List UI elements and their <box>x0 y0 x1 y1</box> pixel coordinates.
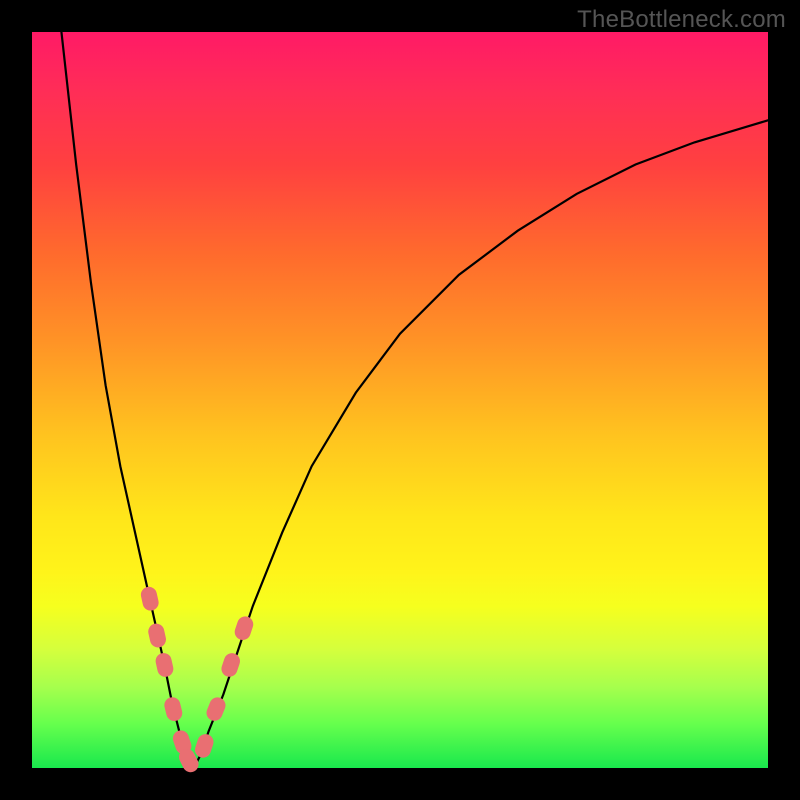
data-marker <box>204 695 228 723</box>
data-marker <box>139 585 160 612</box>
data-marker <box>219 651 242 679</box>
data-marker <box>147 622 168 649</box>
data-marker <box>163 696 184 723</box>
marker-group <box>139 585 255 775</box>
data-marker <box>193 732 216 760</box>
data-marker <box>233 614 256 642</box>
watermark-text: TheBottleneck.com <box>577 6 786 34</box>
curve-right <box>194 120 768 768</box>
plot-area <box>32 32 768 768</box>
chart-svg <box>32 32 768 768</box>
data-marker <box>154 652 175 679</box>
curve-left <box>61 32 193 768</box>
chart-frame: TheBottleneck.com <box>0 0 800 800</box>
